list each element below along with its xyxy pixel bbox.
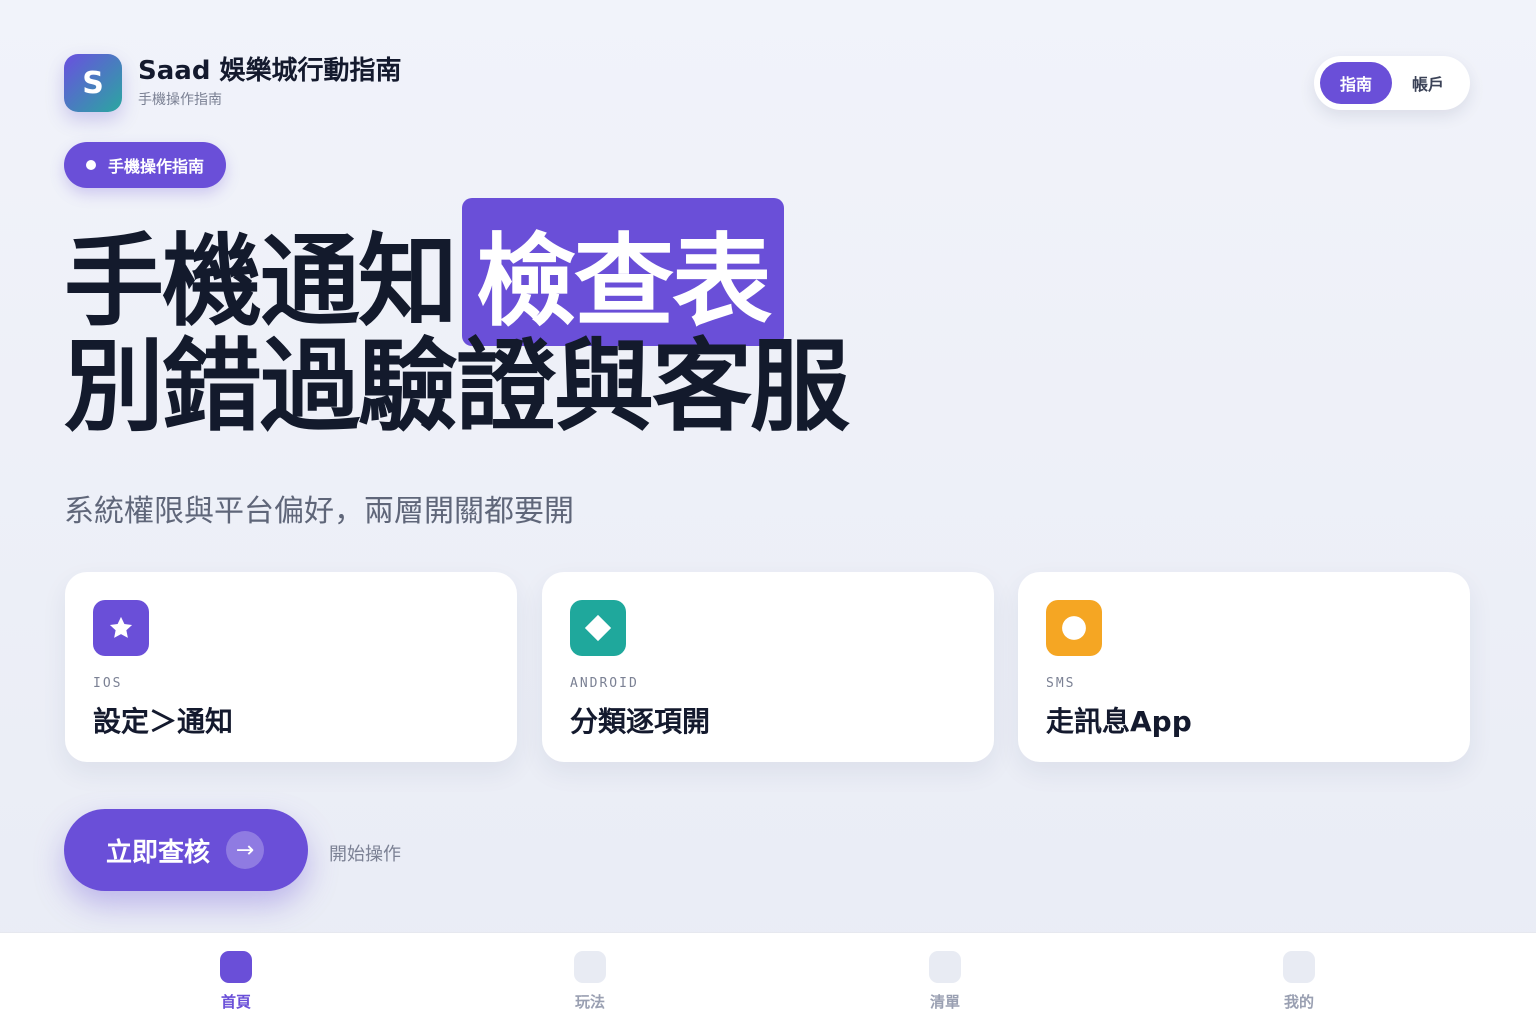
check-now-button[interactable]: 立即查核 → (64, 809, 308, 891)
headline-line-2: 別錯過驗證與客服 (64, 328, 850, 445)
headline: 手機通知 檢查表 別錯過驗證與客服 (64, 198, 850, 452)
play-icon (574, 951, 606, 983)
card-sms[interactable]: SMS 走訊息App (1018, 572, 1470, 762)
brand-text: Saad 娛樂城行動指南 手機操作指南 (138, 57, 401, 110)
diamond-icon (570, 600, 626, 656)
nav-label: 清單 (929, 993, 960, 1011)
app-subtitle: 手機操作指南 (138, 92, 222, 109)
pill-label: 手機操作指南 (108, 157, 205, 176)
card-ios[interactable]: IOS 設定＞通知 (65, 572, 517, 762)
card-android[interactable]: ANDROID 分類逐項開 (542, 572, 994, 762)
card-tag: IOS (93, 676, 123, 691)
card-tag: ANDROID (570, 676, 639, 691)
nav-label: 我的 (1283, 993, 1314, 1011)
view-switcher: 指南 帳戶 (1314, 56, 1470, 110)
bottom-nav: 首頁 玩法 清單 我的 (0, 932, 1536, 1024)
circle-icon (1046, 600, 1102, 656)
tab-account[interactable]: 帳戶 (1392, 62, 1464, 104)
page-subtitle: 系統權限與平台偏好，兩層開關都要開 (64, 494, 574, 529)
app-logo: S (64, 54, 122, 112)
brand: S Saad 娛樂城行動指南 手機操作指南 (64, 54, 401, 112)
cta-hint: 開始操作 (329, 844, 401, 865)
card-label: 設定＞通知 (93, 705, 234, 738)
profile-icon (1283, 951, 1315, 983)
home-icon (220, 951, 252, 983)
card-tag: SMS (1046, 676, 1076, 691)
section-pill: 手機操作指南 (64, 142, 227, 188)
nav-item-me[interactable]: 我的 (1259, 951, 1339, 1012)
page: S Saad 娛樂城行動指南 手機操作指南 指南 帳戶 手機操作指南 手機通知 … (0, 0, 1536, 1024)
nav-label: 首頁 (220, 993, 251, 1011)
app-title: Saad 娛樂城行動指南 (138, 55, 402, 86)
card-label: 走訊息App (1046, 705, 1192, 738)
list-icon (929, 951, 961, 983)
card-label: 分類逐項開 (570, 705, 711, 738)
nav-item-play[interactable]: 玩法 (550, 951, 630, 1012)
star-icon (93, 600, 149, 656)
nav-item-list[interactable]: 清單 (905, 951, 985, 1012)
arrow-right-icon: → (226, 831, 265, 869)
cta-label: 立即查核 (106, 837, 211, 868)
tab-guide[interactable]: 指南 (1320, 62, 1392, 104)
nav-item-home[interactable]: 首頁 (196, 951, 276, 1012)
dot-icon (86, 160, 96, 170)
nav-label: 玩法 (574, 993, 605, 1011)
